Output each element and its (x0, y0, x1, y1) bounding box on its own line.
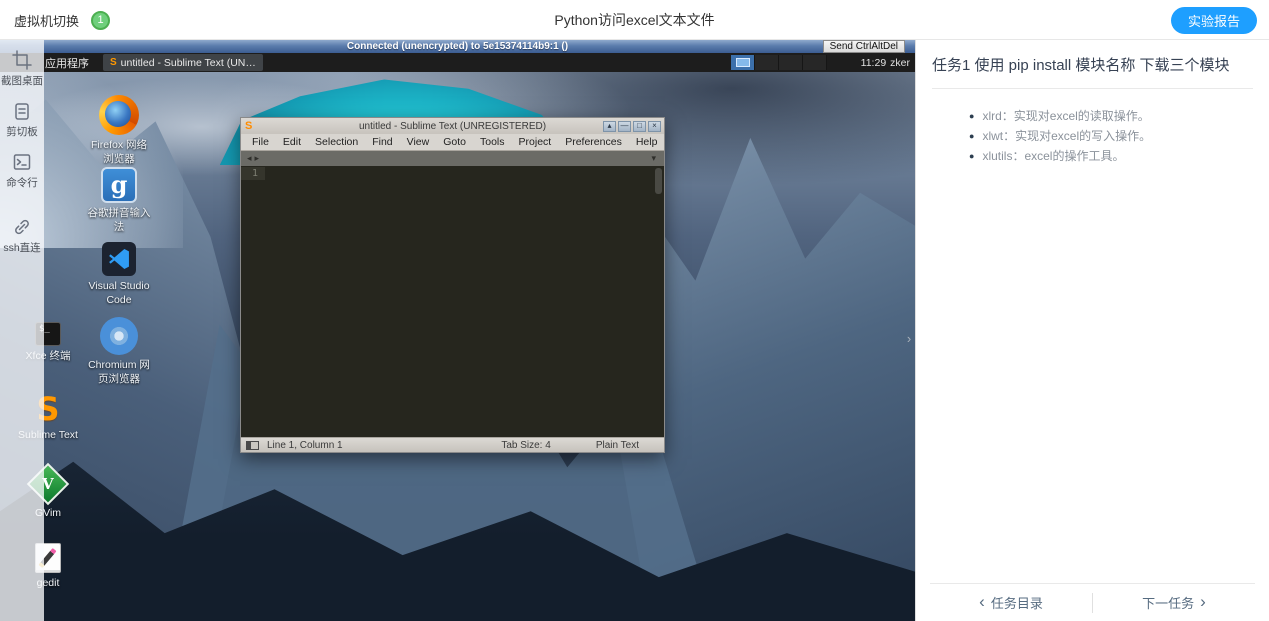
menu-preferences[interactable]: Preferences (558, 136, 629, 148)
workspace-switcher (731, 55, 827, 70)
tab-scroll-arrows[interactable]: ◂▸ (247, 153, 262, 164)
clock-time: 11:29 (861, 57, 887, 69)
menu-goto[interactable]: Goto (436, 136, 473, 148)
window-shade-button[interactable]: ▴ (603, 121, 616, 132)
logged-in-user: zker (890, 57, 910, 69)
ssh-link-icon (12, 217, 32, 237)
menu-view[interactable]: View (400, 136, 437, 148)
main-content: Connected (unencrypted) to 5e15374114b9:… (0, 40, 1269, 621)
sidebar-item-screenshot[interactable]: 截图桌面 (1, 50, 43, 88)
terminal-icon (12, 152, 32, 172)
report-button[interactable]: 实验报告 (1171, 7, 1257, 34)
task-title: 任务1 使用 pip install 模块名称 下载三个模块 (932, 54, 1253, 89)
sublime-window: S untitled - Sublime Text (UNREGISTERED)… (240, 117, 665, 453)
sublime-menubar: File Edit Selection Find View Goto Tools… (241, 134, 664, 151)
vm-switch-label: 虚拟机切换 (14, 11, 79, 30)
tab-size-indicator[interactable]: Tab Size: 4 (501, 440, 550, 451)
menu-project[interactable]: Project (512, 136, 559, 148)
taskbar-task-sublime[interactable]: S untitled - Sublime Text (UN… (103, 54, 263, 71)
desktop-icon-chromium[interactable]: Chromium 网页浏览器 (87, 317, 151, 386)
vnc-status-text: Connected (unencrypted) to 5e15374114b9:… (347, 41, 568, 52)
task-panel: 任务1 使用 pip install 模块名称 下载三个模块 xlrd：实现对e… (915, 40, 1269, 621)
task-bullet-list: xlrd：实现对excel的读取操作。 xlwt：实现对excel的写入操作。 … (932, 109, 1253, 165)
task-bullet: xlutils：excel的操作工具。 (969, 149, 1253, 165)
menu-help[interactable]: Help (629, 136, 665, 148)
vm-count-badge: 1 (91, 11, 110, 30)
menu-find[interactable]: Find (365, 136, 399, 148)
screenshot-icon (12, 50, 32, 70)
tab-overflow-icon[interactable]: ▾ (651, 153, 656, 164)
chevron-left-icon: ‹ (979, 593, 985, 610)
desktop-taskbar: 应用程序 S untitled - Sublime Text (UN… 11:2… (0, 53, 915, 72)
task-bullet: xlrd：实现对excel的读取操作。 (969, 109, 1253, 125)
firefox-icon (99, 95, 139, 135)
applications-menu[interactable]: 应用程序 (45, 55, 89, 71)
desktop-icon-vscode[interactable]: Visual Studio Code (87, 242, 151, 307)
sidebar-item-ssh[interactable]: ssh直连 (3, 217, 40, 255)
task-directory-link[interactable]: ‹ 任务目录 (930, 593, 1092, 612)
editor-scrollbar[interactable] (655, 168, 662, 194)
taskbar-clock: 11:29 zker (861, 53, 910, 72)
workspace-3[interactable] (779, 55, 803, 70)
desktop-icon-google-pinyin[interactable]: g 谷歌拼音输入法 (87, 167, 151, 234)
desktop-icon-firefox[interactable]: Firefox 网络浏览器 (87, 95, 151, 166)
vnc-status-bar: Connected (unencrypted) to 5e15374114b9:… (0, 40, 915, 53)
top-bar: Python访问excel文本文件 虚拟机切换 1 实验报告 (0, 0, 1269, 40)
sublime-tabstrip: ◂▸ ▾ (241, 151, 664, 166)
vscode-icon (102, 242, 136, 276)
vm-switch-button[interactable]: 虚拟机切换 1 (14, 0, 110, 40)
cursor-position: Line 1, Column 1 (267, 440, 343, 451)
vnc-viewport: Connected (unencrypted) to 5e15374114b9:… (0, 40, 915, 621)
workspace-1[interactable] (731, 55, 755, 70)
line-number: 1 (241, 167, 265, 180)
task-nav-footer: ‹ 任务目录 下一任务 › (930, 583, 1255, 621)
sublime-editor-area[interactable]: 1 (241, 166, 664, 437)
chromium-icon (100, 317, 138, 355)
window-close-button[interactable]: × (648, 121, 661, 132)
menu-selection[interactable]: Selection (308, 136, 365, 148)
lab-tool-sidebar: 截图桌面 剪切板 命令行 ssh直连 (0, 40, 44, 621)
task-label: untitled - Sublime Text (UN… (121, 57, 256, 69)
send-ctrl-alt-del-button[interactable]: Send CtrlAltDel (823, 40, 905, 53)
syntax-indicator[interactable]: Plain Text (596, 440, 639, 451)
page-title: Python访问excel文本文件 (0, 0, 1269, 40)
sidebar-item-clipboard[interactable]: 剪切板 (6, 101, 38, 139)
chevron-right-icon: › (1200, 593, 1206, 610)
window-maximize-button[interactable]: □ (633, 121, 646, 132)
sublime-titlebar[interactable]: S untitled - Sublime Text (UNREGISTERED)… (241, 118, 664, 134)
workspace-4[interactable] (803, 55, 827, 70)
menu-file[interactable]: File (245, 136, 276, 148)
window-minimize-button[interactable]: — (618, 121, 631, 132)
menu-tools[interactable]: Tools (473, 136, 512, 148)
google-pinyin-icon: g (101, 167, 137, 203)
next-task-link[interactable]: 下一任务 › (1093, 593, 1255, 612)
clipboard-icon (12, 101, 32, 121)
collapse-panel-icon[interactable]: › (903, 327, 915, 349)
panel-toggle-icon[interactable] (246, 441, 259, 450)
sublime-window-title: untitled - Sublime Text (UNREGISTERED) (241, 121, 664, 132)
menu-edit[interactable]: Edit (276, 136, 308, 148)
workspace-2[interactable] (755, 55, 779, 70)
sublime-statusbar: Line 1, Column 1 Tab Size: 4 Plain Text (241, 437, 664, 452)
task-bullet: xlwt：实现对excel的写入操作。 (969, 129, 1253, 145)
sublime-icon: S (110, 58, 117, 68)
sidebar-item-terminal[interactable]: 命令行 (6, 152, 38, 190)
